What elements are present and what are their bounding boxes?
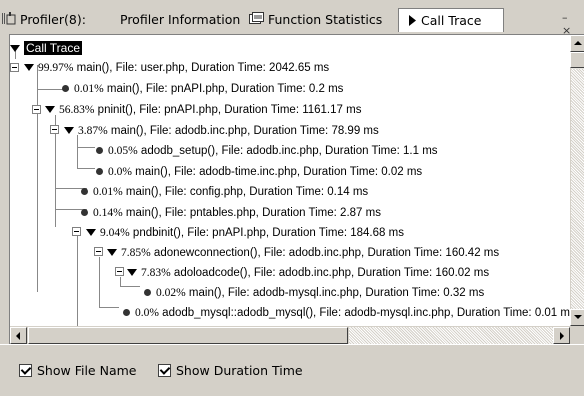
call-trace-panel: Call Trace 99.97% main(), File: user.php… bbox=[9, 34, 584, 345]
tree-line bbox=[77, 147, 95, 148]
tree-leaf[interactable]: 0.0% adodb_mysql::adodb_mysql(), File: a… bbox=[123, 303, 570, 323]
tab-profiler[interactable]: Profiler(8): bbox=[2, 9, 86, 30]
expanded-arrow-icon bbox=[64, 127, 74, 135]
tree-node[interactable]: 3.87% main(), File: adodb.inc.php, Durat… bbox=[64, 121, 379, 141]
tab-profiler-information[interactable]: Profiler Information bbox=[120, 9, 240, 30]
scroll-right-button[interactable] bbox=[553, 327, 570, 344]
tree-leaf[interactable]: 0.0% main(), File: adodb-time.inc.php, D… bbox=[96, 162, 422, 182]
leaf-bullet-icon bbox=[123, 309, 130, 317]
expanded-arrow-icon bbox=[45, 106, 55, 114]
leaf-bullet-icon bbox=[96, 168, 103, 176]
tree-line bbox=[77, 235, 78, 326]
tree-root[interactable]: Call Trace bbox=[10, 38, 83, 58]
play-icon bbox=[408, 10, 417, 33]
leaf-bullet-icon bbox=[96, 147, 103, 155]
collapse-toggle[interactable] bbox=[32, 105, 41, 114]
vertical-scroll-track[interactable] bbox=[571, 69, 584, 309]
horizontal-scrollbar[interactable] bbox=[10, 326, 584, 345]
show-duration-time-checkbox[interactable] bbox=[158, 364, 171, 377]
arrow-down-icon bbox=[574, 315, 582, 319]
vertical-scrollbar[interactable] bbox=[570, 35, 584, 326]
show-duration-time-option[interactable]: Show Duration Time bbox=[158, 363, 303, 379]
collapse-toggle[interactable] bbox=[115, 267, 124, 276]
tree-leaf[interactable]: 0.01% main(), File: pnAPI.php, Duration … bbox=[62, 79, 343, 99]
tree-root-label: Call Trace bbox=[24, 41, 83, 55]
tab-bar: Profiler(8): Profiler Information Functi… bbox=[0, 0, 584, 37]
horizontal-scroll-thumb[interactable] bbox=[28, 327, 348, 344]
tree-node[interactable]: 7.83% adoloadcode(), File: adodb.inc.php… bbox=[127, 263, 489, 283]
tree-node[interactable]: 9.04% pndbinit(), File: pnAPI.php, Durat… bbox=[86, 223, 404, 243]
tree-leaf[interactable]: 0.01% main(), File: config.php, Duration… bbox=[81, 182, 368, 202]
expanded-arrow-icon bbox=[86, 229, 96, 237]
tree-leaf[interactable]: 0.05% adodb_setup(), File: adodb.inc.php… bbox=[96, 141, 438, 161]
arrow-right-icon bbox=[560, 332, 564, 340]
expanded-arrow-icon bbox=[107, 249, 117, 257]
tree-leaf[interactable]: 0.02% main(), File: adodb-mysql.inc.php,… bbox=[144, 283, 484, 303]
leaf-bullet-icon bbox=[144, 289, 151, 297]
collapse-toggle[interactable] bbox=[72, 227, 81, 236]
call-trace-tree[interactable]: Call Trace 99.97% main(), File: user.php… bbox=[10, 35, 570, 326]
collapse-toggle[interactable] bbox=[10, 63, 19, 72]
vertical-scroll-thumb[interactable] bbox=[570, 52, 584, 68]
tab-call-trace[interactable]: Call Trace bbox=[398, 8, 504, 32]
statistics-icon bbox=[249, 10, 264, 31]
show-file-name-option[interactable]: Show File Name bbox=[19, 363, 136, 379]
scroll-left-button[interactable] bbox=[10, 327, 27, 344]
tab-profiler-information-label: Profiler Information bbox=[120, 12, 241, 27]
tree-line bbox=[120, 286, 140, 287]
horizontal-scroll-track[interactable] bbox=[349, 327, 553, 344]
tree-leaf[interactable]: 0.14% main(), File: pntables.php, Durati… bbox=[81, 203, 381, 223]
tab-call-trace-label: Call Trace bbox=[421, 13, 482, 28]
tree-node[interactable]: 99.97% main(), File: user.php, Duration … bbox=[24, 58, 329, 78]
leaf-bullet-icon bbox=[81, 209, 88, 217]
tab-profiler-label: Profiler(8): bbox=[20, 12, 86, 27]
show-file-name-checkbox[interactable] bbox=[19, 364, 32, 377]
options-bar: Show File Name Show Duration Time bbox=[0, 344, 584, 396]
leaf-bullet-icon bbox=[62, 85, 69, 93]
collapse-toggle[interactable] bbox=[50, 125, 59, 134]
show-duration-time-label: Show Duration Time bbox=[176, 363, 303, 378]
arrow-left-icon bbox=[16, 332, 20, 340]
expanded-arrow-icon bbox=[10, 45, 20, 53]
tree-line bbox=[99, 257, 100, 307]
expanded-arrow-icon bbox=[24, 64, 34, 72]
tree-line bbox=[99, 307, 119, 308]
tab-function-statistics[interactable]: Function Statistics bbox=[249, 9, 382, 30]
profiler-icon bbox=[2, 10, 16, 31]
tree-line bbox=[77, 168, 95, 169]
tree-node[interactable]: 7.85% adonewconnection(), File: adodb.in… bbox=[107, 243, 499, 263]
leaf-bullet-icon bbox=[81, 188, 88, 196]
collapse-toggle[interactable] bbox=[94, 247, 103, 256]
show-file-name-label: Show File Name bbox=[37, 363, 137, 378]
expanded-arrow-icon bbox=[127, 269, 137, 277]
tab-function-statistics-label: Function Statistics bbox=[268, 12, 383, 27]
tree-node[interactable]: 56.83% pninit(), File: pnAPI.php, Durati… bbox=[45, 100, 361, 120]
tree-line bbox=[37, 65, 38, 292]
scroll-up-button[interactable] bbox=[570, 35, 584, 52]
arrow-up-icon bbox=[574, 41, 582, 45]
scroll-down-button[interactable] bbox=[570, 309, 584, 326]
